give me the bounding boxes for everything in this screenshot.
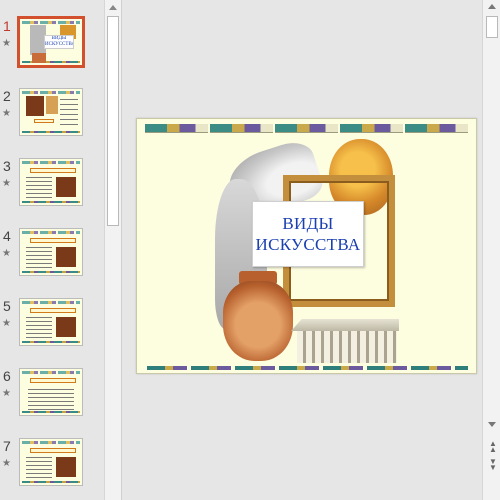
editor-scrollbar[interactable]: ▲ ▲ ▼ ▼ (482, 0, 500, 500)
slide-number: 1 (3, 18, 11, 34)
slide-thumbnail[interactable] (19, 438, 83, 486)
slide-number: 6 (3, 368, 11, 384)
slide-thumbnail-row[interactable]: 6 ★ (0, 368, 104, 424)
star-icon[interactable]: ★ (2, 458, 11, 469)
slide-thumbnail-row[interactable]: 5 ★ (0, 298, 104, 354)
editor-scroll-thumb[interactable] (486, 16, 498, 38)
star-icon[interactable]: ★ (2, 38, 11, 49)
star-icon[interactable]: ★ (2, 318, 11, 329)
slide-thumbnail[interactable] (19, 158, 83, 206)
thumbnail-title-text: ВИДЫ ИСКУССТВА (44, 35, 74, 49)
slide-number: 3 (3, 158, 11, 174)
star-icon[interactable]: ★ (2, 248, 11, 259)
slide-thumbnail[interactable] (19, 368, 83, 416)
slide-thumbnail-row[interactable]: 4 ★ (0, 228, 104, 284)
arrow-up-icon (109, 5, 117, 10)
double-down-icon: ▼ ▼ (489, 457, 497, 472)
slide-number: 2 (3, 88, 11, 104)
slide-number: 5 (3, 298, 11, 314)
arrow-down-icon (488, 422, 496, 427)
star-icon[interactable]: ★ (2, 388, 11, 399)
slide-thumbnail[interactable]: ВИДЫ ИСКУССТВА (17, 16, 85, 68)
temple-image (291, 319, 399, 363)
slide-thumbnail-row[interactable]: 3 ★ (0, 158, 104, 214)
thumbnail-scroll-thumb[interactable] (107, 16, 119, 226)
slide-editor-area: ВИДЫ ИСКУССТВА (122, 0, 482, 500)
previous-slide-button[interactable]: ▲ ▲ (484, 438, 500, 454)
next-slide-button[interactable]: ▼ ▼ (484, 456, 500, 472)
slide-title-line-2: ИСКУССТВА (255, 235, 361, 254)
slide-number: 4 (3, 228, 11, 244)
double-up-icon: ▲ ▲ (489, 439, 497, 454)
editor-scroll-down-button[interactable] (484, 418, 500, 432)
slide-top-ornament (145, 124, 468, 133)
editor-scroll-up-button[interactable] (484, 0, 500, 14)
star-icon[interactable]: ★ (2, 178, 11, 189)
thumbnail-pane-scrollbar[interactable] (104, 0, 121, 500)
slide-number: 7 (3, 438, 11, 454)
slide-bottom-ornament (147, 366, 468, 370)
slide-thumbnail[interactable] (19, 228, 83, 276)
thumbnail-scroll-up-button[interactable] (105, 0, 121, 16)
current-slide[interactable]: ВИДЫ ИСКУССТВА (136, 118, 477, 374)
slide-thumbnail-row[interactable]: 2 ★ (0, 88, 104, 144)
slide-thumbnail-row[interactable]: 1 ★ ВИДЫ ИСКУССТВА (0, 16, 104, 74)
arrow-up-icon (488, 4, 496, 9)
slide-thumbnail-row[interactable]: 7 ★ (0, 438, 104, 494)
star-icon[interactable]: ★ (2, 108, 11, 119)
slide-thumbnail[interactable] (19, 298, 83, 346)
slide-title-box[interactable]: ВИДЫ ИСКУССТВА (252, 201, 364, 267)
vase-image (223, 281, 293, 361)
slide-thumbnail[interactable] (19, 88, 83, 136)
slide-title-line-1: ВИДЫ (282, 214, 334, 233)
